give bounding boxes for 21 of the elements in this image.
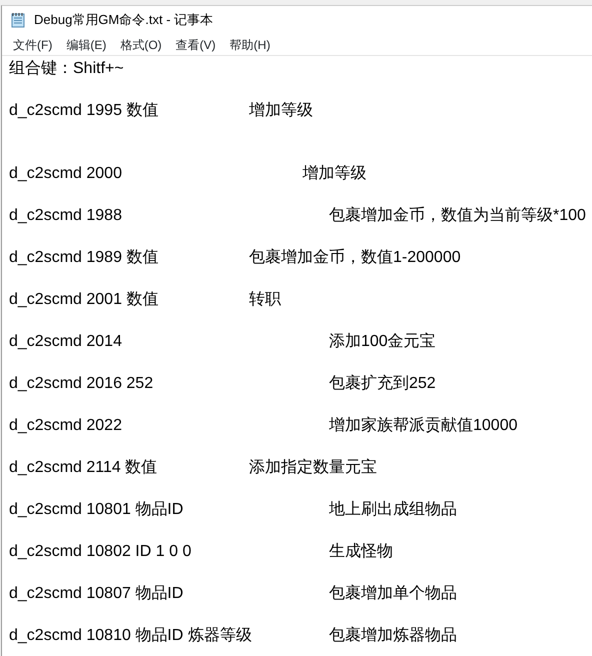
window-title: Debug常用GM命令.txt - 记事本 [34, 11, 214, 30]
text-line: d_c2scmd 2016 252 包裹扩充到252 [9, 374, 436, 394]
text-line: d_c2scmd 10810 物品ID 炼器等级 包裹增加炼器物品 [9, 626, 457, 646]
text-line: d_c2scmd 1989 数值 包裹增加金币，数值1-200000 [9, 248, 461, 268]
menu-item[interactable]: 帮助(H) [222, 34, 278, 56]
menu-item[interactable]: 格式(O) [113, 34, 169, 56]
text-line: 组合键：Shitf+~ [9, 59, 124, 79]
menu-item[interactable]: 编辑(E) [59, 34, 114, 56]
text-line: d_c2scmd 10807 物品ID 包裹增加单个物品 [9, 584, 457, 604]
menu-item[interactable]: 查看(V) [168, 34, 223, 56]
text-line: d_c2scmd 2022 增加家族帮派贡献值10000 [9, 416, 518, 436]
text-line: d_c2scmd 1995 数值 增加等级 [9, 100, 313, 121]
text-line: d_c2scmd 1988 包裹增加金币，数值为当前等级*100 [9, 206, 586, 226]
notepad-icon [10, 12, 26, 28]
text-line: d_c2scmd 2000 增加等级 [9, 164, 366, 184]
text-line: d_c2scmd 2014 添加100金元宝 [9, 332, 436, 352]
text-line: d_c2scmd 2001 数值 转职 [9, 290, 281, 310]
text-line: d_c2scmd 10802 ID 1 0 0 生成怪物 [9, 542, 393, 562]
text-line: d_c2scmd 2114 数值 添加指定数量元宝 [9, 458, 377, 478]
menu-item[interactable]: 文件(F) [6, 34, 60, 56]
text-line: d_c2scmd 10801 物品ID 地上刷出成组物品 [9, 500, 457, 520]
